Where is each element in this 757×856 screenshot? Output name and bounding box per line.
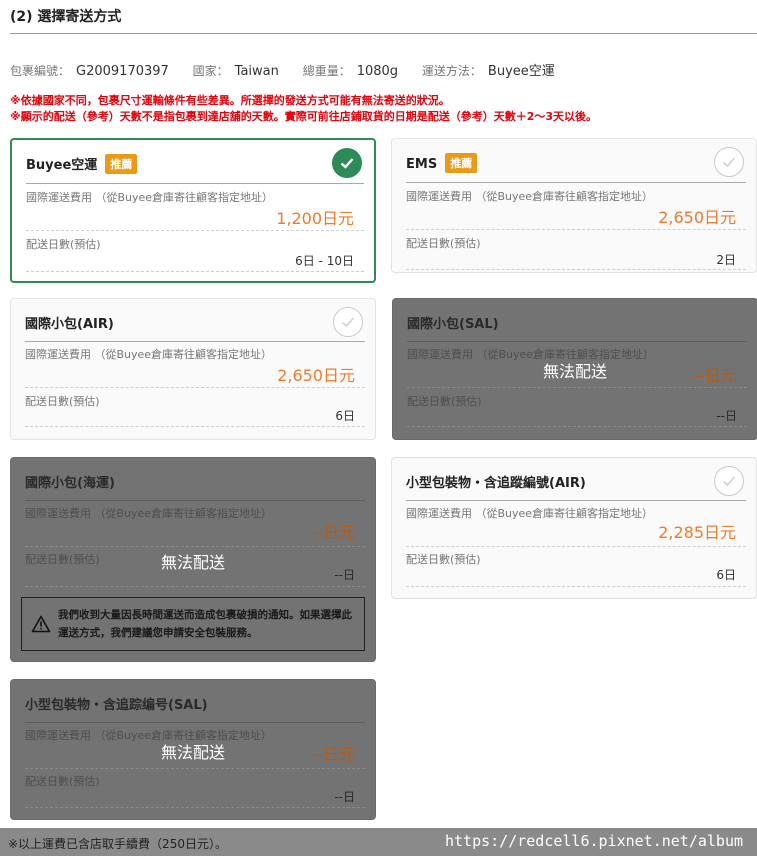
fee-label: 國際運送費用 （從Buyee倉庫寄往顧客指定地址） xyxy=(406,507,654,520)
warning-icon xyxy=(31,615,51,633)
recommended-badge: 推薦 xyxy=(445,153,478,173)
divider xyxy=(25,426,365,427)
divider xyxy=(26,183,364,184)
package-info: 包裹編號： G2009170397 國家： Taiwan 總重量： 1080g 運送方… xyxy=(10,60,575,79)
option-name: EMS 推薦 xyxy=(406,153,478,173)
package-id-value: G2009170397 xyxy=(76,64,169,79)
days-value: 6日 xyxy=(716,568,736,582)
shipping-option-small-packet-tracking-sal: 小型包裝物・含追踪编号(SAL) 國際運送費用 （從Buyee倉庫寄往顧客指定地… xyxy=(10,679,376,820)
weight-label: 總重量： xyxy=(302,64,351,78)
option-name: 國際小包(海運) xyxy=(25,476,115,491)
option-name: 小型包裝物・含追踪编号(SAL) xyxy=(25,698,208,713)
divider xyxy=(406,229,746,230)
divider xyxy=(25,807,365,808)
divider xyxy=(406,269,746,270)
divider xyxy=(407,341,747,342)
option-name: Buyee空運 推薦 xyxy=(26,154,138,174)
divider xyxy=(26,230,364,231)
notice-line: ※顯示的配送（參考）天數不是指包裹到達店舖的天數。實際可前往店鋪取貨的日期是配送… xyxy=(10,110,597,123)
shipping-option-small-packet-tracking-air[interactable]: 小型包裝物・含追蹤編號(AIR) 國際運送費用 （從Buyee倉庫寄往顧客指定地… xyxy=(391,457,757,599)
country-value: Taiwan xyxy=(234,64,279,79)
shipping-option-buyee-air[interactable]: Buyee空運 推薦 國際運送費用 （從Buyee倉庫寄往顧客指定地址） 1,20… xyxy=(10,138,376,283)
days-value: 6日 - 10日 xyxy=(295,254,354,268)
option-name: 國際小包(SAL) xyxy=(407,317,499,332)
divider xyxy=(25,722,365,723)
fee-label: 國際運送費用 （從Buyee倉庫寄往顧客指定地址） xyxy=(26,191,274,204)
notice-line: ※依據國家不同，包裹尺寸運輸條件有些差異。所選擇的發送方式可能有無法寄送的狀況。 xyxy=(10,94,450,107)
watermark: https://redcell6.pixnet.net/album xyxy=(444,832,743,850)
fee-value: 2,650日元 xyxy=(658,208,736,227)
divider xyxy=(407,387,747,388)
divider xyxy=(406,586,746,587)
fee-value: --日元 xyxy=(311,745,355,764)
fee-footnote: ※以上運費已含店取手續費（250日元）。 xyxy=(8,837,227,851)
shipping-option-small-packet-air[interactable]: 國際小包(AIR) 國際運送費用 （從Buyee倉庫寄往顧客指定地址） 2,65… xyxy=(10,298,376,440)
divider xyxy=(406,182,746,183)
divider xyxy=(25,341,365,342)
fee-value: 1,200日元 xyxy=(276,209,354,228)
days-label: 配送日數(預估) xyxy=(406,553,481,566)
days-label: 配送日數(預估) xyxy=(407,395,482,408)
divider xyxy=(25,546,365,547)
days-value: --日 xyxy=(716,409,737,423)
recommended-badge: 推薦 xyxy=(105,154,138,174)
days-value: 6日 xyxy=(335,409,355,423)
warning-text: 我們收到大量因長時間運送而造成包裹破損的通知。如果選擇此運送方式，我們建議您申請… xyxy=(58,609,352,639)
divider xyxy=(407,426,747,427)
unselected-check-icon[interactable] xyxy=(714,466,744,496)
divider xyxy=(25,768,365,769)
selected-check-icon[interactable] xyxy=(332,148,362,178)
unavailable-label: 無法配送 xyxy=(160,553,225,572)
days-label: 配送日數(預估) xyxy=(25,395,100,408)
weight-value: 1080g xyxy=(356,64,399,79)
package-id-label: 包裹編號： xyxy=(10,64,71,78)
section-title: (2) 選擇寄送方式 xyxy=(10,9,122,25)
option-name: 小型包裝物・含追蹤編號(AIR) xyxy=(406,476,586,491)
days-label: 配送日數(預估) xyxy=(26,238,101,251)
fee-label: 國際運送費用 （從Buyee倉庫寄往顧客指定地址） xyxy=(406,190,654,203)
country-label: 國家： xyxy=(192,64,229,78)
divider xyxy=(25,500,365,501)
fee-value: 2,285日元 xyxy=(658,523,736,542)
unselected-check-icon[interactable] xyxy=(714,147,744,177)
days-label: 配送日數(預估) xyxy=(25,775,100,788)
damage-warning-box: 我們收到大量因長時間運送而造成包裹破損的通知。如果選擇此運送方式，我們建議您申請… xyxy=(21,597,365,651)
unavailable-label: 無法配送 xyxy=(542,362,607,381)
shipping-method-value: Buyee空運 xyxy=(487,64,555,79)
option-name: 國際小包(AIR) xyxy=(25,317,114,332)
divider xyxy=(25,387,365,388)
unselected-check-icon[interactable] xyxy=(333,307,363,337)
fee-label: 國際運送費用 （從Buyee倉庫寄往顧客指定地址） xyxy=(25,507,273,520)
divider xyxy=(406,500,746,501)
days-value: --日 xyxy=(334,568,355,582)
fee-value: 2,650日元 xyxy=(277,366,355,385)
shipping-method-label: 運送方法： xyxy=(421,64,482,78)
shipping-option-small-packet-sea: 國際小包(海運) 國際運送費用 （從Buyee倉庫寄往顧客指定地址） --日元 … xyxy=(10,457,376,662)
days-value: 2日 xyxy=(716,253,736,267)
days-value: --日 xyxy=(334,790,355,804)
divider xyxy=(26,271,364,272)
footer-bar: ※以上運費已含店取手續費（250日元）。 https://redcell6.pi… xyxy=(0,828,757,856)
fee-label: 國際運送費用 （從Buyee倉庫寄往顧客指定地址） xyxy=(25,348,273,361)
divider xyxy=(25,586,365,587)
divider xyxy=(406,546,746,547)
days-label: 配送日數(預估) xyxy=(406,237,481,250)
title-divider xyxy=(10,33,757,34)
shipping-option-small-packet-sal: 國際小包(SAL) 國際運送費用 （從Buyee倉庫寄往顧客指定地址） --日元… xyxy=(392,298,757,440)
fee-value: --日元 xyxy=(311,523,355,542)
shipping-option-ems[interactable]: EMS 推薦 國際運送費用 （從Buyee倉庫寄往顧客指定地址） 2,650日元 … xyxy=(391,138,757,273)
